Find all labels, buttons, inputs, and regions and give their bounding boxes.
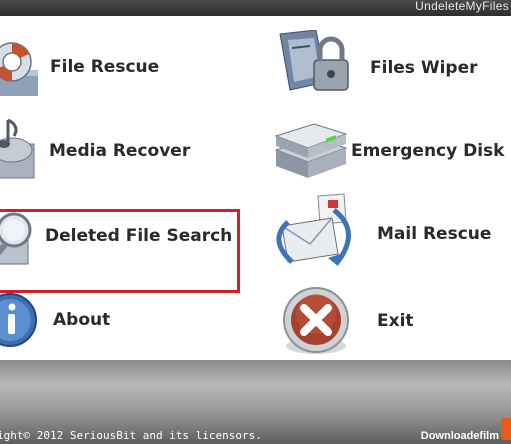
mail-rescue-button[interactable]: Mail Rescue xyxy=(270,192,500,276)
watermark-logo xyxy=(501,418,511,440)
footer-bar: ight© 2012 SeriousBit and its licensors.… xyxy=(0,360,511,444)
watermark-text: Downloadefilm xyxy=(420,430,499,442)
media-recover-button[interactable]: Media Recover xyxy=(0,116,220,186)
emergency-disk-image-button[interactable]: Emergency Disk Im xyxy=(270,116,511,192)
title-bar: UndeleteMyFiles xyxy=(0,0,511,16)
selection-highlight xyxy=(0,209,240,293)
mail-icon xyxy=(276,193,351,266)
copyright-text: ight© 2012 SeriousBit and its licensors. xyxy=(0,429,262,442)
about-button[interactable]: About xyxy=(0,284,200,358)
exit-icon xyxy=(283,287,349,354)
info-icon xyxy=(0,293,37,347)
emergency-disk-image-label: Emergency Disk Im xyxy=(351,141,511,161)
window-title: UndeleteMyFiles xyxy=(415,0,509,13)
media-recover-label: Media Recover xyxy=(49,141,191,161)
files-wiper-label: Files Wiper xyxy=(370,58,478,78)
files-wiper-button[interactable]: Files Wiper xyxy=(270,30,500,106)
exit-label: Exit xyxy=(377,311,414,331)
hard-disk-icon xyxy=(274,123,348,178)
media-icon xyxy=(0,118,35,179)
about-label: About xyxy=(53,310,111,330)
main-menu: File Rescue Media Recover Deleted File S… xyxy=(0,16,511,360)
locked-folder-icon xyxy=(279,30,349,91)
mail-rescue-label: Mail Rescue xyxy=(377,224,492,244)
file-rescue-label: File Rescue xyxy=(50,57,160,77)
file-rescue-button[interactable]: File Rescue xyxy=(0,36,200,106)
exit-button[interactable]: Exit xyxy=(270,280,470,358)
lifebuoy-icon xyxy=(0,42,38,96)
